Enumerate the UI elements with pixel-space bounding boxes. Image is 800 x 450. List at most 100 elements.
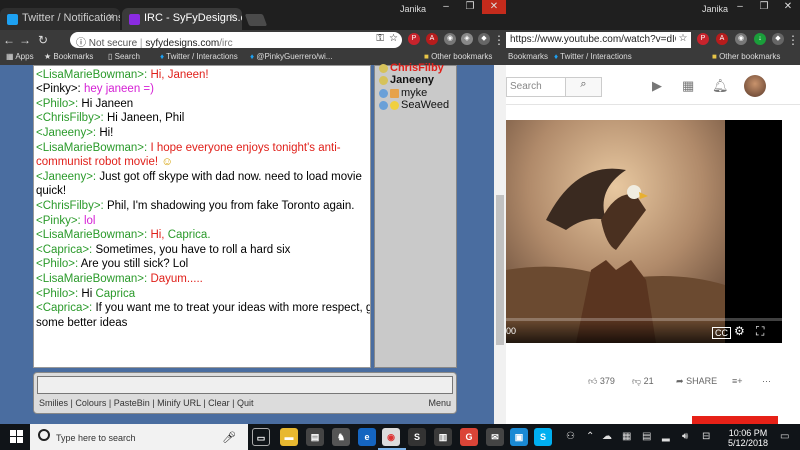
star-icon[interactable]: ☆ xyxy=(676,33,690,44)
colours-link[interactable]: Colours xyxy=(75,398,106,408)
address-bar[interactable]: https://www.youtube.com/watch?v=dIG... xyxy=(506,32,691,48)
star-icon[interactable]: ☆ xyxy=(389,33,398,44)
tray-chevron-icon[interactable]: ⌃ xyxy=(586,431,594,442)
user-item[interactable]: ChrisFilby xyxy=(379,62,444,74)
action-center-icon[interactable]: ▭ xyxy=(780,431,789,442)
network-icon[interactable]: ▂ xyxy=(662,431,670,442)
clear-link[interactable]: Clear xyxy=(208,398,230,408)
file-explorer-icon[interactable]: ▬ xyxy=(280,428,298,446)
chat-nick[interactable]: <Caprica>: xyxy=(36,244,92,256)
user-item[interactable]: Janeeny xyxy=(379,74,434,86)
maximize-icon[interactable]: ❐ xyxy=(458,0,482,14)
close-tab-icon[interactable]: × xyxy=(108,11,114,23)
add-to-playlist-icon[interactable]: ≡+ xyxy=(732,376,743,386)
settings-gear-icon[interactable]: ⚙ xyxy=(734,324,745,338)
apps-grid-icon[interactable]: ▦ xyxy=(682,78,694,94)
chat-nick[interactable]: <LisaMarieBowman>: xyxy=(36,273,147,285)
pinterest-icon[interactable]: P xyxy=(408,33,420,45)
extension-icon[interactable]: ◉ xyxy=(735,33,747,45)
user-item[interactable]: myke xyxy=(379,87,427,99)
share-button[interactable]: ➦ SHARE xyxy=(676,376,717,387)
bookmark-twitter-interactions[interactable]: ♦ Twitter / Interactions xyxy=(160,52,238,61)
youtube-search-input[interactable]: Search xyxy=(506,77,566,97)
minimize-icon[interactable]: – xyxy=(434,0,458,14)
new-tab-button[interactable] xyxy=(244,14,268,26)
fullscreen-icon[interactable]: ⛶ xyxy=(756,324,764,339)
extension-icon[interactable]: ◉ xyxy=(444,33,456,45)
page-scrollbar[interactable] xyxy=(494,65,506,424)
extension-icon[interactable]: ◆ xyxy=(772,33,784,45)
tray-app-icon[interactable]: ▦ xyxy=(622,431,631,442)
bookmark-other[interactable]: ■ Other bookmarks xyxy=(712,52,780,61)
app-icon[interactable]: ▣ xyxy=(510,428,528,446)
chat-nick[interactable]: <LisaMarieBowman>: xyxy=(36,142,147,154)
bookmark-pinky[interactable]: ♦ @PinkyGuerrero/wi... xyxy=(250,52,332,61)
chat-nick[interactable]: <Pinky>: xyxy=(36,65,81,66)
skype-icon[interactable]: S xyxy=(534,428,552,446)
onedrive-icon[interactable]: ☁ xyxy=(602,431,612,442)
game-app-icon[interactable]: ♞ xyxy=(332,428,350,446)
search-icon[interactable]: ⌕ xyxy=(566,77,602,97)
chat-nick[interactable]: <Philo>: xyxy=(36,288,78,300)
chat-nick[interactable]: <Philo>: xyxy=(36,258,78,270)
smilies-link[interactable]: Smilies xyxy=(39,398,68,408)
chat-nick[interactable]: <Philo>: xyxy=(36,98,78,110)
minimize-icon[interactable]: – xyxy=(728,0,752,14)
pinterest-icon[interactable]: P xyxy=(697,33,709,45)
google-plus-icon[interactable]: G xyxy=(460,428,478,446)
chat-nick[interactable]: <Pinky>: xyxy=(36,215,81,227)
back-icon[interactable]: ← xyxy=(2,33,16,47)
key-icon[interactable]: ⚿ xyxy=(376,33,384,44)
edge-icon[interactable]: e xyxy=(358,428,376,446)
extension-icon[interactable]: ◈ xyxy=(461,33,473,45)
chat-nick[interactable]: <Janeeny>: xyxy=(36,127,96,139)
maximize-icon[interactable]: ❐ xyxy=(752,0,776,14)
extension-icon[interactable]: ◆ xyxy=(478,33,490,45)
quit-link[interactable]: Quit xyxy=(237,398,254,408)
tray-app-icon[interactable]: ⊟ xyxy=(702,431,710,442)
tab-twitter-notifications[interactable]: Twitter / Notifications × xyxy=(0,8,120,30)
chat-nick[interactable]: <LisaMarieBowman>: xyxy=(36,229,147,241)
abp-icon[interactable]: A xyxy=(426,33,438,45)
pastebin-link[interactable]: PasteBin xyxy=(114,398,150,408)
avatar[interactable] xyxy=(744,75,766,97)
forward-icon[interactable]: → xyxy=(18,33,32,47)
info-icon[interactable]: ⓘ xyxy=(76,38,86,49)
tray-app-icon[interactable]: ▤ xyxy=(642,431,651,442)
people-icon[interactable]: ⚇ xyxy=(566,431,575,442)
chrome-icon[interactable]: ◉ xyxy=(382,428,400,446)
chrome-menu-icon[interactable]: ⋮ xyxy=(492,33,506,47)
bookmark-bookmarks[interactable]: ★ Bookmarks xyxy=(44,52,93,61)
minify-url-link[interactable]: Minify URL xyxy=(157,398,201,408)
like-button[interactable]: 👍︎ 379 xyxy=(588,376,615,387)
close-window-icon[interactable]: ✕ xyxy=(482,0,506,14)
abp-icon[interactable]: A xyxy=(716,33,728,45)
app-icon[interactable]: ▥ xyxy=(434,428,452,446)
chrome-menu-icon[interactable]: ⋮ xyxy=(786,33,800,47)
video-player[interactable] xyxy=(506,120,725,343)
chat-nick[interactable]: <LisaMarieBowman>: xyxy=(36,69,147,81)
subscribe-button[interactable] xyxy=(692,416,778,424)
volume-icon[interactable]: 🔊︎ xyxy=(682,431,688,442)
app-icon[interactable]: S xyxy=(408,428,426,446)
taskbar-search[interactable]: Type here to search 🎤︎ xyxy=(30,424,248,450)
bookmark-twitter-interactions[interactable]: ♦ Twitter / Interactions xyxy=(554,52,632,61)
upload-video-icon[interactable]: ▶ xyxy=(652,78,662,94)
more-icon[interactable]: ⋯ xyxy=(762,376,771,387)
bookmark-other[interactable]: ■ Other bookmarks xyxy=(424,52,492,61)
chat-nick[interactable]: <ChrisFilby>: xyxy=(36,112,104,124)
task-view-icon[interactable]: ▭ xyxy=(252,428,270,446)
profile-name[interactable]: Janika xyxy=(702,4,728,14)
app-icon[interactable]: ▤ xyxy=(306,428,324,446)
menu-link[interactable]: Menu xyxy=(428,398,451,408)
captions-icon[interactable]: CC xyxy=(712,327,731,339)
chat-nick[interactable]: <ChrisFilby>: xyxy=(36,200,104,212)
page-scroll-thumb[interactable] xyxy=(496,195,504,345)
download-icon[interactable]: ↓ xyxy=(754,33,766,45)
bookmark-search[interactable]: ▯ Search xyxy=(108,52,140,61)
microphone-icon[interactable]: 🎤︎ xyxy=(222,431,236,444)
chat-nick[interactable]: <Pinky>: xyxy=(36,83,81,95)
dislike-button[interactable]: 👎︎ 21 xyxy=(632,376,654,387)
address-bar[interactable]: ⓘ Not secure | syfydesigns.com/irc ⚿ ☆ xyxy=(70,32,402,49)
taskbar-clock[interactable]: 10:06 PM 5/12/2018 xyxy=(728,428,768,448)
